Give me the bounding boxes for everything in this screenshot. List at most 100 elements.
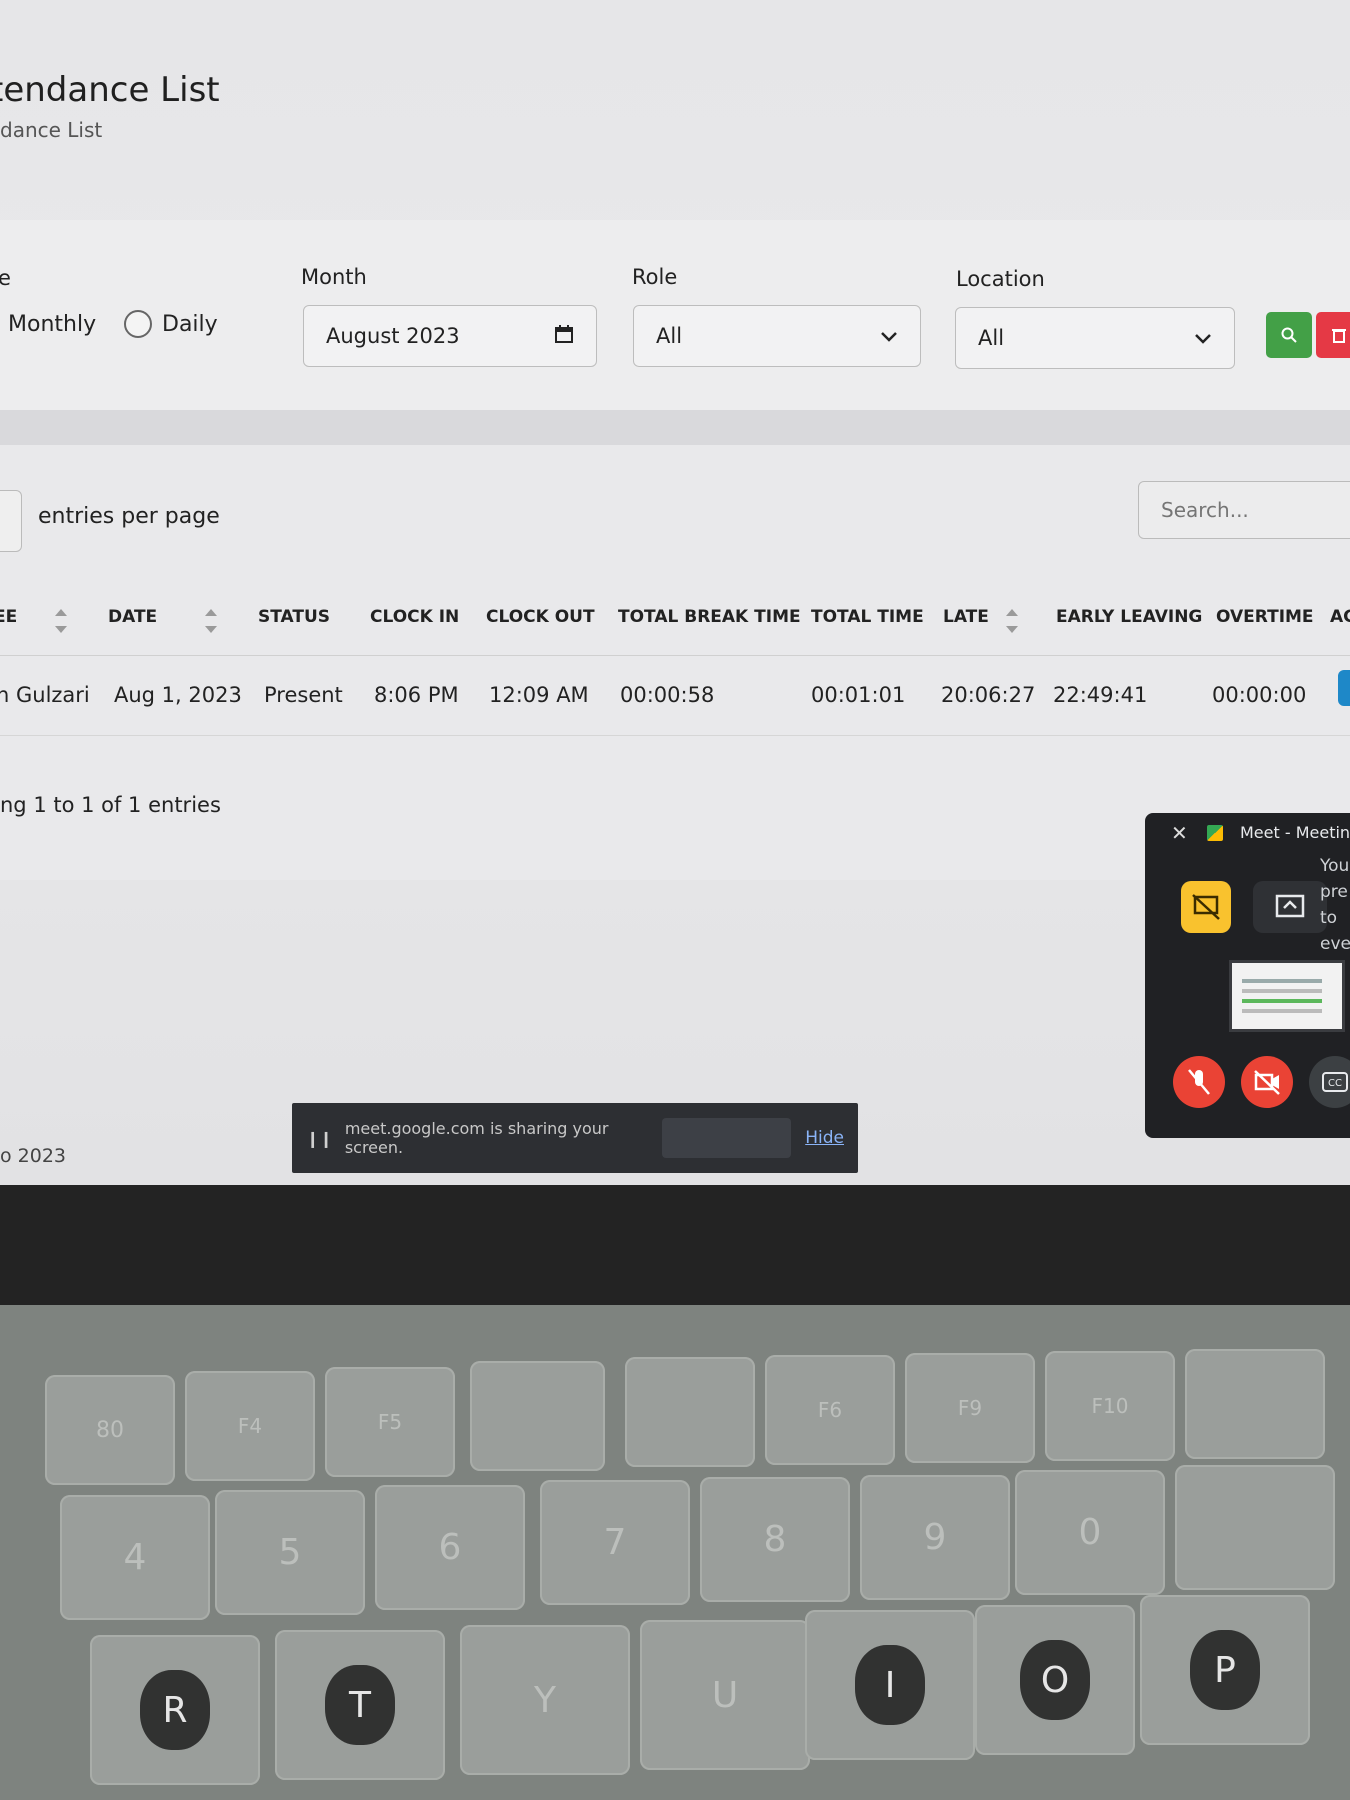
key-label: 7 — [603, 1522, 627, 1563]
key-8: 8 — [700, 1477, 850, 1602]
role-label: Role — [632, 265, 678, 289]
meet-logo-icon — [1207, 825, 1223, 841]
col-clock-in[interactable]: CLOCK IN — [370, 607, 459, 627]
col-early-leaving[interactable]: EARLY LEAVING — [1056, 607, 1202, 627]
key-label: 4 — [123, 1537, 147, 1578]
entries-per-page-label: entries per page — [38, 504, 220, 529]
cell-date: Aug 1, 2023 — [114, 683, 242, 707]
col-date[interactable]: DATE — [108, 607, 157, 627]
screen-preview-thumbnail — [1229, 960, 1345, 1032]
col-status[interactable]: STATUS — [258, 607, 330, 627]
row-action-button[interactable] — [1338, 670, 1350, 706]
section-divider — [0, 410, 1350, 445]
present-off-icon — [1192, 894, 1220, 920]
radio-monthly[interactable]: Monthly — [8, 312, 96, 337]
key-label: I — [884, 1664, 896, 1706]
close-icon[interactable]: ✕ — [1171, 821, 1188, 845]
sort-icon[interactable] — [55, 609, 67, 633]
desc-line: pre — [1320, 882, 1348, 902]
cell-status: Present — [264, 683, 343, 707]
cell-early-leaving: 22:49:41 — [1053, 683, 1148, 707]
meet-description: You pre to eve — [1320, 853, 1350, 957]
col-clock-out[interactable]: CLOCK OUT — [486, 607, 595, 627]
browser-viewport: tendance List dance List e Monthly Daily… — [0, 0, 1350, 1185]
entries-per-page-select[interactable] — [0, 490, 22, 552]
key-7: 7 — [540, 1480, 690, 1605]
month-picker[interactable]: August 2023 — [303, 305, 597, 367]
col-overtime[interactable]: OVERTIME — [1216, 607, 1314, 627]
desc-line: You — [1320, 856, 1350, 876]
col-action: AC — [1330, 607, 1350, 627]
key-label: R — [162, 1689, 188, 1731]
mic-off-icon — [1188, 1069, 1210, 1095]
key-u: U — [640, 1620, 810, 1770]
footer-copyright: o 2023 — [0, 1145, 67, 1167]
stop-sharing-button[interactable] — [661, 1118, 792, 1158]
present-screen-button[interactable] — [1253, 881, 1327, 933]
pause-icon[interactable]: ❙❙ — [306, 1129, 333, 1148]
svg-text:CC: CC — [1328, 1078, 1342, 1089]
search-icon — [1281, 327, 1297, 343]
key-label: T — [349, 1684, 371, 1726]
month-label: Month — [301, 265, 367, 289]
key-label: F4 — [237, 1414, 263, 1438]
sort-icon[interactable] — [205, 609, 217, 633]
col-late[interactable]: LATE — [943, 607, 989, 627]
key-label: F9 — [957, 1396, 983, 1420]
meet-window-title: Meet - Meeting — [1240, 823, 1350, 842]
calendar-icon[interactable] — [554, 324, 574, 349]
key-label: F5 — [377, 1410, 403, 1434]
captions-icon: CC — [1322, 1072, 1348, 1092]
table-header: EE DATE STATUS CLOCK IN CLOCK OUT TOTAL … — [0, 585, 1350, 656]
cell-clock-out: 12:09 AM — [489, 683, 589, 707]
location-select[interactable]: All — [955, 307, 1235, 369]
clear-filter-button[interactable] — [1316, 312, 1350, 358]
radio-daily[interactable]: Daily — [162, 312, 218, 337]
cell-total-time: 00:01:01 — [811, 683, 906, 707]
mic-off-button[interactable] — [1173, 1056, 1225, 1108]
sort-icon[interactable] — [1006, 609, 1018, 633]
location-label: Location — [956, 267, 1045, 291]
chevron-down-icon — [880, 324, 898, 348]
page-title: tendance List — [0, 70, 220, 110]
key-label: 5 — [278, 1532, 302, 1573]
key-label: Y — [534, 1679, 556, 1721]
camera-off-icon — [1254, 1070, 1280, 1095]
hide-link[interactable]: Hide — [805, 1128, 844, 1148]
key-f10: F10 — [1045, 1351, 1175, 1461]
role-select[interactable]: All — [633, 305, 921, 367]
key-y: Y — [460, 1625, 630, 1775]
key-5: 5 — [215, 1490, 365, 1615]
col-total-time[interactable]: TOTAL TIME — [811, 607, 924, 627]
type-label: e — [0, 266, 11, 290]
col-employee[interactable]: EE — [0, 607, 17, 627]
camera-off-button[interactable] — [1241, 1056, 1293, 1108]
trash-icon — [1332, 329, 1346, 343]
key-fn — [1185, 1349, 1325, 1459]
key-f8: F6 — [765, 1355, 895, 1465]
cell-employee: n Gulzari — [0, 683, 90, 707]
captions-button[interactable]: CC — [1309, 1056, 1350, 1108]
cell-clock-in: 8:06 PM — [374, 683, 459, 707]
key-label: F10 — [1091, 1394, 1129, 1418]
search-button[interactable] — [1266, 312, 1312, 358]
key-i: I — [805, 1610, 975, 1760]
key-minus — [1175, 1465, 1335, 1590]
key-label: O — [1040, 1659, 1070, 1701]
share-message: meet.google.com is sharing your screen. — [344, 1119, 609, 1157]
col-total-break-time[interactable]: TOTAL BREAK TIME — [618, 607, 801, 627]
cell-total-break-time: 00:00:58 — [620, 683, 715, 707]
key-f3: 80 — [45, 1375, 175, 1485]
key-label: 8 — [763, 1519, 787, 1560]
key-label: 0 — [1078, 1512, 1102, 1553]
chevron-down-icon — [1194, 326, 1212, 350]
radio-daily-circle[interactable] — [124, 310, 152, 338]
filter-card: e Monthly Daily Month August 2023 Role A… — [0, 220, 1350, 410]
table-info: ng 1 to 1 of 1 entries — [0, 793, 221, 817]
screen-share-banner: ❙❙ meet.google.com is sharing your scree… — [292, 1103, 858, 1173]
month-value: August 2023 — [326, 324, 460, 348]
table-search-input[interactable] — [1138, 481, 1350, 539]
stop-presenting-button[interactable] — [1181, 881, 1231, 933]
cell-late: 20:06:27 — [941, 683, 1036, 707]
key-o: O — [975, 1605, 1135, 1755]
